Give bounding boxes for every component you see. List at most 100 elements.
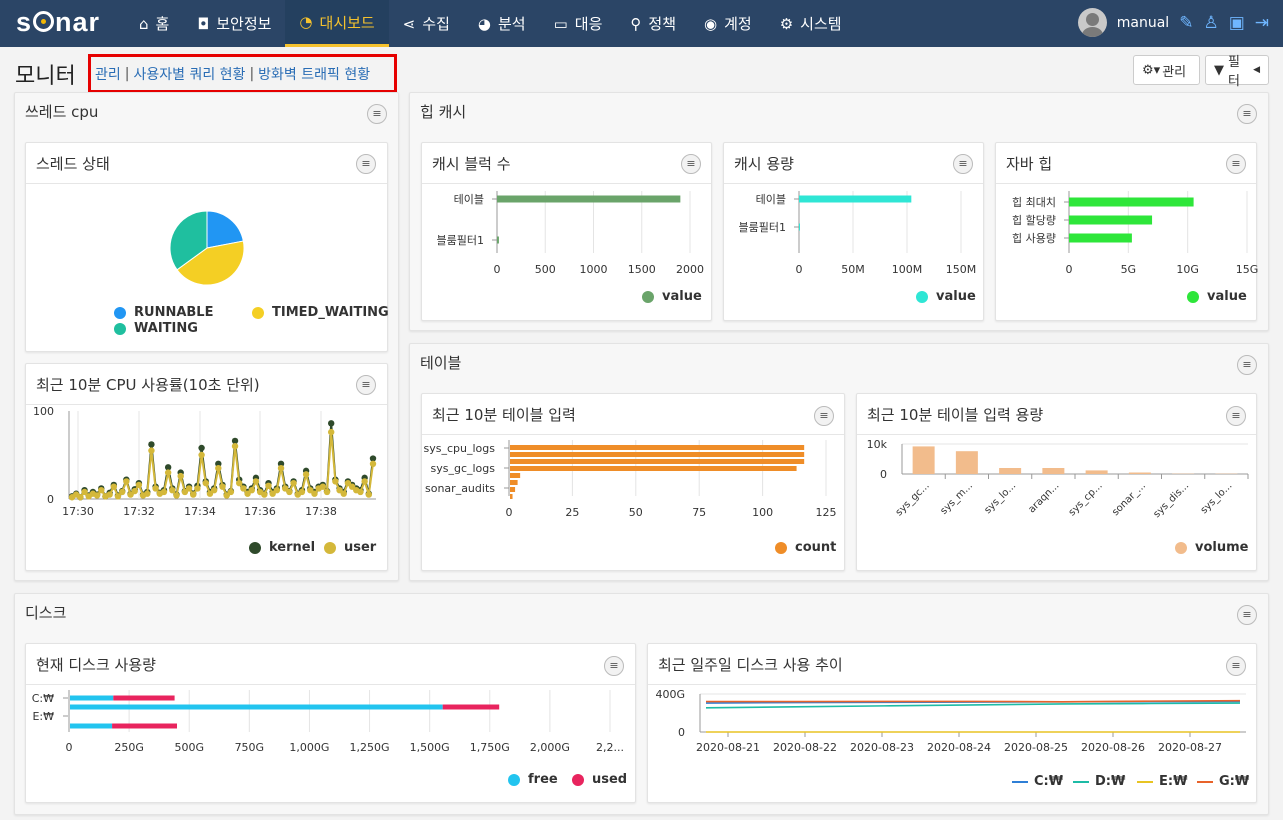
legend-item[interactable]: value bbox=[642, 289, 702, 304]
x-tick-label: 2,2... bbox=[596, 741, 624, 754]
menu-icon[interactable]: ≡ bbox=[953, 154, 973, 174]
nav-item-label: 계정 bbox=[724, 15, 752, 33]
legend-label: WAITING bbox=[134, 321, 198, 336]
nav-item-3[interactable]: ⋖ 수집 bbox=[389, 0, 464, 47]
nav-item-2[interactable]: ◔ 대시보드 bbox=[285, 0, 389, 47]
legend-item[interactable]: free bbox=[508, 772, 558, 787]
nav-item-4[interactable]: ◕ 분석 bbox=[464, 0, 540, 47]
legend-line bbox=[1012, 780, 1028, 783]
legend-item[interactable]: E:₩ bbox=[1137, 774, 1187, 789]
x-tick-label: 2020-08-23 bbox=[850, 741, 914, 754]
menu-icon[interactable]: ≡ bbox=[1226, 406, 1246, 426]
ticket-icon[interactable]: ✎ bbox=[1179, 13, 1193, 33]
lock-icon[interactable]: ▣ bbox=[1229, 13, 1245, 33]
legend-dot bbox=[114, 322, 126, 335]
y-tick-label: sys_cpu_logs bbox=[424, 442, 496, 455]
legend-label: value bbox=[1207, 289, 1247, 304]
data-point bbox=[173, 492, 180, 499]
legend-item[interactable]: kernel bbox=[249, 540, 315, 555]
legend-item[interactable]: D:₩ bbox=[1073, 774, 1125, 789]
legend-item[interactable]: C:₩ bbox=[1012, 774, 1063, 789]
legend-item[interactable]: WAITING bbox=[114, 321, 198, 336]
legend-item[interactable]: RUNNABLE bbox=[114, 305, 213, 320]
bar bbox=[1069, 197, 1194, 207]
x-tick-label: 0 bbox=[796, 263, 803, 276]
legend-item[interactable]: TIMED_WAITING bbox=[252, 305, 389, 320]
x-tick-label: 50M bbox=[841, 263, 865, 276]
caret-left-icon: ◀ bbox=[1253, 65, 1260, 75]
nav-item-1[interactable]: ◘ 보안정보 bbox=[183, 0, 285, 47]
menu-icon[interactable]: ≡ bbox=[604, 656, 624, 676]
data-point bbox=[210, 487, 218, 494]
nav-item-7[interactable]: ◉ 계정 bbox=[690, 0, 766, 47]
x-tick-label: 1,750G bbox=[470, 741, 510, 754]
widget-thread-state: 스레드 상태 ≡ RUNNABLE TIMED_WAITING WAITING bbox=[25, 142, 389, 352]
data-point bbox=[286, 488, 293, 496]
x-tick-label: sys_dis... bbox=[1151, 480, 1191, 520]
link-firewall-traffic[interactable]: 방화벽 트래픽 현황 bbox=[258, 64, 370, 84]
search-icon: ⚲ bbox=[630, 14, 642, 33]
data-point bbox=[319, 483, 327, 490]
filter-button[interactable]: ▼ 필터 ◀ bbox=[1205, 55, 1269, 89]
menu-icon[interactable]: ≡ bbox=[1226, 154, 1246, 174]
legend-item[interactable]: used bbox=[572, 772, 627, 787]
app-logo[interactable]: s nar bbox=[16, 7, 100, 38]
legend-item[interactable]: value bbox=[1187, 289, 1247, 304]
menu-icon[interactable]: ≡ bbox=[367, 104, 387, 124]
gear-icon: ⚙ bbox=[779, 14, 794, 33]
legend-item[interactable]: value bbox=[916, 289, 976, 304]
data-point bbox=[215, 465, 222, 472]
series-line bbox=[706, 699, 1241, 703]
legend-label: user bbox=[344, 540, 377, 555]
user-name[interactable]: manual bbox=[1117, 15, 1169, 31]
legend-item[interactable]: volume bbox=[1175, 540, 1248, 555]
link-manage[interactable]: 관리 bbox=[95, 64, 121, 84]
x-tick-label: 100M bbox=[892, 263, 923, 276]
x-tick-label: 1,250G bbox=[350, 741, 390, 754]
bar bbox=[497, 236, 499, 244]
menu-icon[interactable]: ≡ bbox=[1226, 656, 1246, 676]
user-icon[interactable]: ♙ bbox=[1203, 13, 1218, 33]
x-tick-label: 0 bbox=[494, 263, 501, 276]
logout-icon[interactable]: ⇥ bbox=[1255, 13, 1269, 33]
y-tick-label: 400G bbox=[655, 688, 685, 701]
bar bbox=[510, 445, 805, 450]
manage-button[interactable]: ⚙▾ 관리 bbox=[1133, 55, 1200, 85]
nav-item-label: 대응 bbox=[574, 15, 603, 33]
legend-item[interactable]: count bbox=[775, 540, 836, 555]
nav-item-5[interactable]: ▭ 대응 bbox=[540, 0, 617, 47]
avatar[interactable] bbox=[1077, 8, 1107, 37]
legend-label: value bbox=[662, 289, 702, 304]
legend-item[interactable]: G:₩ bbox=[1197, 774, 1249, 789]
table-input-chart: 0 25 50 75 100 125 sys_cpu_logs sys_gc_logssona… bbox=[424, 440, 837, 519]
nav-item-8[interactable]: ⚙ 시스템 bbox=[766, 0, 856, 47]
nav-item-6[interactable]: ⚲ 정책 bbox=[616, 0, 690, 47]
nav-item-label: 대시보드 bbox=[319, 13, 375, 32]
link-separator: | bbox=[124, 65, 130, 82]
bar bbox=[999, 468, 1022, 474]
menu-icon[interactable]: ≡ bbox=[356, 375, 376, 395]
x-tick-label: 0 bbox=[1066, 263, 1073, 276]
bar-segment bbox=[70, 695, 114, 701]
legend-item[interactable]: user bbox=[324, 540, 376, 555]
menu-icon[interactable]: ≡ bbox=[1237, 605, 1257, 625]
link-separator: | bbox=[249, 65, 255, 82]
data-point bbox=[93, 492, 101, 499]
link-user-query[interactable]: 사용자별 쿼리 현황 bbox=[133, 64, 245, 84]
table-volume-chart: 10k0sys_gc... sys_m... sys_lo... araqn... sy… bbox=[867, 438, 1249, 520]
y-tick-label: 힙 사용량 bbox=[1012, 232, 1056, 245]
data-point bbox=[190, 491, 197, 498]
nav-item-0[interactable]: ⌂ 홈 bbox=[125, 0, 183, 47]
menu-icon[interactable]: ≡ bbox=[1237, 104, 1257, 124]
bar bbox=[510, 480, 518, 485]
home-icon: ⌂ bbox=[139, 14, 149, 33]
legend-dot bbox=[1187, 290, 1199, 303]
y-tick-label: 힙 최대치 bbox=[1012, 196, 1056, 209]
menu-icon[interactable]: ≡ bbox=[356, 154, 376, 174]
x-tick-label: 25 bbox=[565, 506, 579, 519]
menu-icon[interactable]: ≡ bbox=[1237, 355, 1257, 375]
menu-icon[interactable]: ≡ bbox=[681, 154, 701, 174]
data-point bbox=[340, 490, 347, 497]
y-tick-label: E:₩ bbox=[32, 710, 54, 723]
menu-icon[interactable]: ≡ bbox=[814, 406, 834, 426]
